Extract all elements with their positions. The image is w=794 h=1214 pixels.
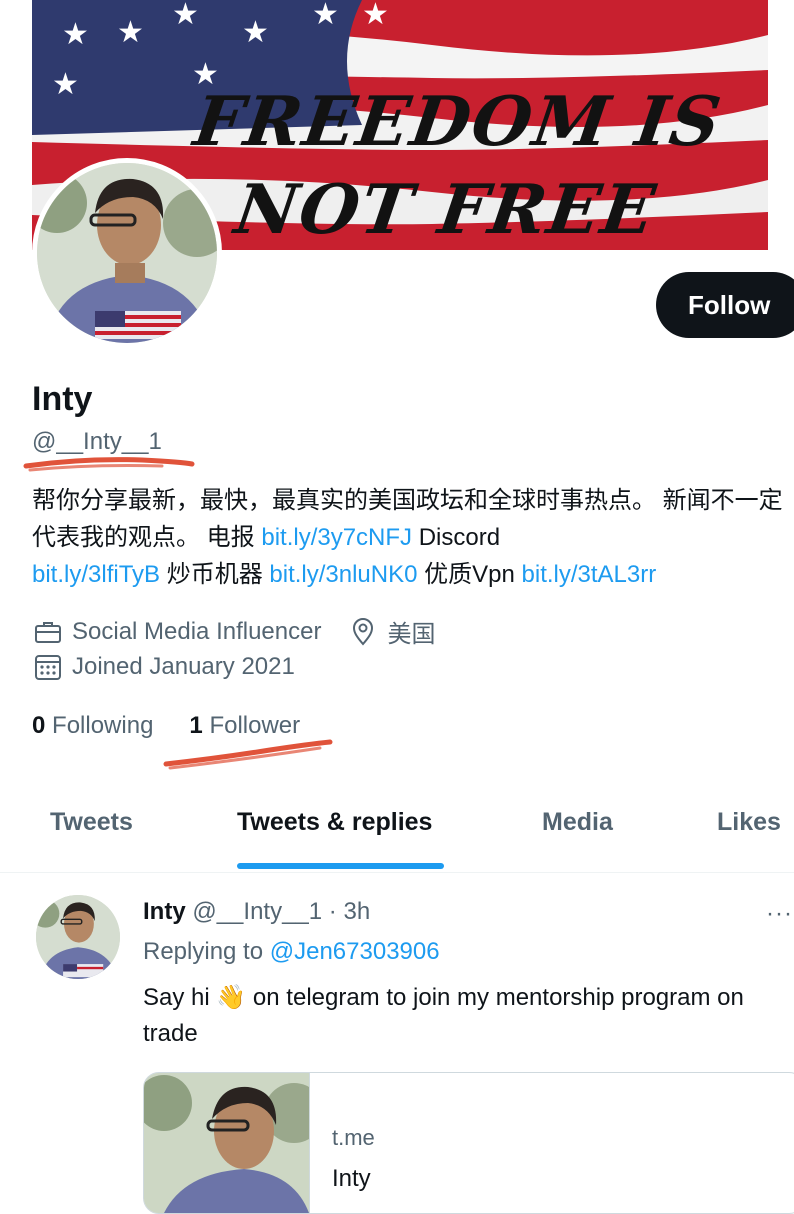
tweet-text-start: Say hi [143,984,217,1011]
tweet-header: Inty @__Inty__1 · 3h [143,898,370,926]
active-tab-indicator [237,863,444,869]
bio-link-telegram[interactable]: bit.ly/3y7cNFJ [261,524,412,551]
tab-tweets[interactable]: Tweets [50,808,133,837]
bio-text: Discord [412,524,501,551]
following-stat[interactable]: 0 Following [32,712,153,740]
replying-to-link[interactable]: @Jen67303906 [270,938,440,965]
bio-link-bot[interactable]: bit.ly/3nluNK0 [269,561,417,588]
followers-count: 1 [189,712,203,739]
card-domain: t.me [332,1125,375,1150]
avatar-photo [36,895,120,979]
avatar-photo [37,163,217,343]
card-thumbnail-photo [144,1073,309,1213]
tab-media[interactable]: Media [542,808,613,837]
banner-slogan: FREEDOM IS NOT FREE [160,78,745,250]
replying-prefix: Replying to [143,938,270,965]
following-label: Following [52,712,154,739]
profile-location: 美国 [387,621,436,648]
profile-joined-row: Joined January 2021 [32,651,295,683]
tweet-avatar[interactable] [36,895,120,979]
star-icon: ★ [52,68,79,101]
slogan-line-1: FREEDOM IS [189,82,728,162]
profile-meta-row: Social Media Influencer 美国 [32,614,435,649]
handle-annotation-underline [23,457,195,472]
tweet-time[interactable]: 3h [343,898,370,925]
profile-avatar[interactable] [32,158,222,348]
bio-link-vpn[interactable]: bit.ly/3tAL3rr [522,561,657,588]
tweet-author-handle[interactable]: @__Inty__1 [192,898,322,925]
star-icon: ★ [362,0,389,31]
followers-label: Follower [209,712,301,739]
tab-likes[interactable]: Likes [717,808,781,837]
star-icon: ★ [242,16,269,49]
tweet-separator: · [322,898,344,925]
star-icon: ★ [312,0,339,31]
profile-name: Inty [32,380,93,418]
waving-hand-icon: 👋 [216,984,247,1011]
tab-tweets-replies[interactable]: Tweets & replies [237,808,432,837]
star-icon: ★ [117,16,144,49]
replying-to: Replying to @Jen67303906 [143,938,440,966]
bio-text: 优质Vpn [417,561,522,588]
link-preview-card[interactable]: t.me Inty [143,1072,794,1214]
profile-bio: 帮你分享最新，最快，最真实的美国政坛和全球时事热点。 新闻不一定代表我的观点。 … [32,482,792,593]
calendar-icon [32,651,64,683]
tweet-author-name[interactable]: Inty [143,898,186,925]
following-count: 0 [32,712,46,739]
card-thumbnail [144,1073,310,1213]
bio-link-discord[interactable]: bit.ly/3lfiTyB [32,561,160,588]
location-icon [347,616,379,648]
tweet-text: Say hi 👋 on telegram to join my mentorsh… [143,980,793,1052]
more-options-icon[interactable]: ··· [766,900,793,928]
profile-category: Social Media Influencer [72,617,322,645]
bio-text: 炒币机器 [160,561,270,588]
briefcase-icon [32,616,64,648]
follow-button[interactable]: Follow [656,272,794,338]
profile-joined: Joined January 2021 [72,653,295,680]
star-icon: ★ [172,0,199,31]
card-title: Inty [332,1165,371,1192]
followers-annotation-underline [163,739,333,770]
slogan-line-2: NOT FREE [230,170,662,250]
star-icon: ★ [62,18,89,51]
